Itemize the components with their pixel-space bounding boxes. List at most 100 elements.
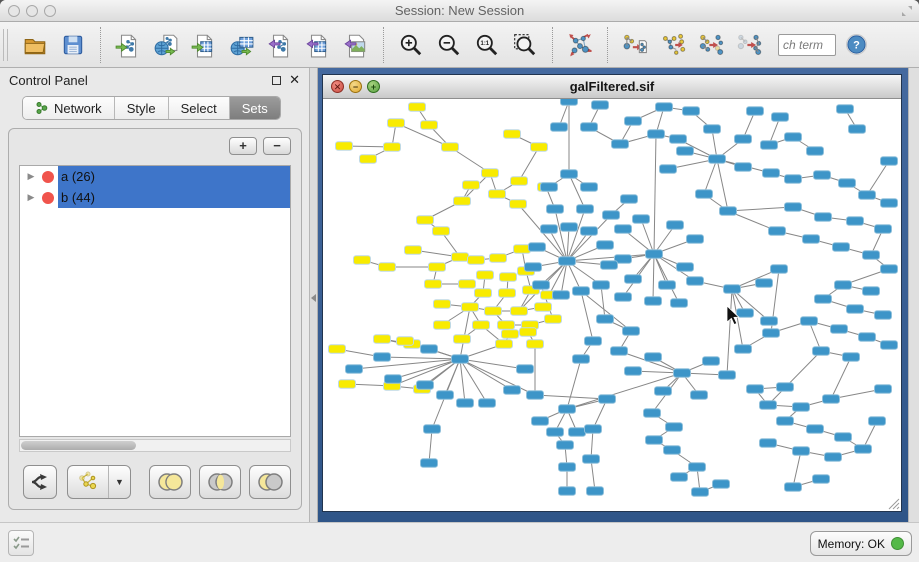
graph-edge[interactable] (591, 459, 595, 491)
graph-node-blue[interactable] (760, 401, 777, 410)
graph-node-yellow[interactable] (329, 345, 346, 354)
graph-node-blue[interactable] (421, 345, 438, 354)
graph-node-yellow[interactable] (384, 143, 401, 152)
open-session-button[interactable] (16, 27, 54, 63)
graph-node-yellow[interactable] (454, 335, 471, 344)
graph-edge[interactable] (460, 359, 512, 390)
memory-status-button[interactable]: Memory: OK (810, 531, 912, 556)
graph-node-yellow[interactable] (459, 280, 476, 289)
graph-node-blue[interactable] (532, 417, 549, 426)
dropdown-arrow-icon[interactable]: ▼ (108, 466, 130, 498)
import-network-url-button[interactable] (147, 27, 185, 63)
graph-edge[interactable] (831, 357, 851, 399)
sets-list-hscrollbar[interactable] (19, 439, 291, 452)
graph-node-yellow[interactable] (514, 245, 531, 254)
graph-node-blue[interactable] (709, 155, 726, 164)
graph-node-blue[interactable] (756, 279, 773, 288)
graph-node-yellow[interactable] (429, 263, 446, 272)
graph-node-yellow[interactable] (496, 340, 513, 349)
graph-node-blue[interactable] (785, 175, 802, 184)
graph-node-blue[interactable] (593, 281, 610, 290)
graph-node-blue[interactable] (683, 107, 700, 116)
graph-node-blue[interactable] (763, 169, 780, 178)
tab-style[interactable]: Style (115, 97, 169, 119)
graph-node-blue[interactable] (737, 309, 754, 318)
graph-node-blue[interactable] (677, 263, 694, 272)
graph-node-yellow[interactable] (421, 121, 438, 130)
union-sets-button[interactable] (149, 465, 191, 499)
graph-node-yellow[interactable] (545, 315, 562, 324)
graph-node-blue[interactable] (747, 385, 764, 394)
sets-list[interactable]: ▶ a (26) ▶ b (44) (19, 165, 291, 437)
graph-node-blue[interactable] (385, 375, 402, 384)
graph-node-yellow[interactable] (339, 380, 356, 389)
graph-node-blue[interactable] (581, 123, 598, 132)
graph-node-yellow[interactable] (442, 143, 459, 152)
graph-node-blue[interactable] (859, 333, 876, 342)
graph-node-blue[interactable] (823, 395, 840, 404)
graph-node-blue[interactable] (561, 99, 578, 105)
graph-node-yellow[interactable] (511, 177, 528, 186)
graph-node-blue[interactable] (803, 235, 820, 244)
hide-selected-button[interactable] (692, 27, 730, 63)
graph-node-blue[interactable] (761, 141, 778, 150)
graph-node-blue[interactable] (597, 315, 614, 324)
graph-node-blue[interactable] (771, 265, 788, 274)
graph-node-blue[interactable] (785, 133, 802, 142)
panel-splitter[interactable] (310, 68, 318, 522)
graph-node-blue[interactable] (592, 101, 609, 110)
tab-network[interactable]: Network (23, 97, 115, 119)
graph-node-yellow[interactable] (489, 190, 506, 199)
graph-node-blue[interactable] (815, 213, 832, 222)
graph-node-yellow[interactable] (535, 303, 552, 312)
graph-node-blue[interactable] (557, 441, 574, 450)
network-view-window[interactable]: ✕ − + galFiltered.sif (322, 74, 902, 512)
graph-node-yellow[interactable] (452, 253, 469, 262)
graph-node-blue[interactable] (581, 183, 598, 192)
graph-node-blue[interactable] (541, 225, 558, 234)
graph-node-blue[interactable] (573, 355, 590, 364)
set-row[interactable]: ▶ b (44) (20, 187, 290, 208)
graph-node-blue[interactable] (785, 203, 802, 212)
graph-node-blue[interactable] (807, 147, 824, 156)
graph-edge[interactable] (581, 291, 593, 341)
graph-node-blue[interactable] (793, 447, 810, 456)
apply-preferred-layout-button[interactable] (561, 27, 599, 63)
graph-node-blue[interactable] (735, 135, 752, 144)
graph-node-blue[interactable] (561, 223, 578, 232)
graph-node-blue[interactable] (660, 165, 677, 174)
graph-node-blue[interactable] (646, 436, 663, 445)
graph-node-blue[interactable] (525, 263, 542, 272)
graph-node-blue[interactable] (615, 225, 632, 234)
graph-node-blue[interactable] (559, 405, 576, 414)
resize-grip-icon[interactable] (889, 499, 899, 509)
graph-node-blue[interactable] (777, 383, 794, 392)
graph-node-blue[interactable] (611, 347, 628, 356)
graph-node-yellow[interactable] (499, 289, 516, 298)
intersect-sets-button[interactable] (199, 465, 241, 499)
graph-node-blue[interactable] (881, 199, 898, 208)
graph-node-blue[interactable] (655, 387, 672, 396)
graph-node-blue[interactable] (875, 225, 892, 234)
graph-node-blue[interactable] (724, 285, 741, 294)
graph-node-blue[interactable] (671, 473, 688, 482)
graph-node-blue[interactable] (504, 386, 521, 395)
graph-edge[interactable] (567, 215, 611, 261)
graph-edge[interactable] (653, 254, 654, 301)
difference-sets-button[interactable] (249, 465, 291, 499)
graph-node-blue[interactable] (424, 425, 441, 434)
graph-node-yellow[interactable] (374, 335, 391, 344)
graph-node-yellow[interactable] (477, 271, 494, 280)
graph-node-blue[interactable] (747, 107, 764, 116)
graph-node-blue[interactable] (801, 317, 818, 326)
zoom-out-button[interactable] (430, 27, 468, 63)
graph-node-yellow[interactable] (482, 169, 499, 178)
graph-node-blue[interactable] (813, 347, 830, 356)
graph-node-blue[interactable] (807, 425, 824, 434)
graph-node-blue[interactable] (559, 487, 576, 496)
tab-select[interactable]: Select (169, 97, 230, 119)
graph-node-yellow[interactable] (433, 227, 450, 236)
main-titlebar[interactable]: Session: New Session (0, 0, 919, 22)
graph-node-blue[interactable] (553, 291, 570, 300)
graph-edge[interactable] (793, 451, 801, 487)
